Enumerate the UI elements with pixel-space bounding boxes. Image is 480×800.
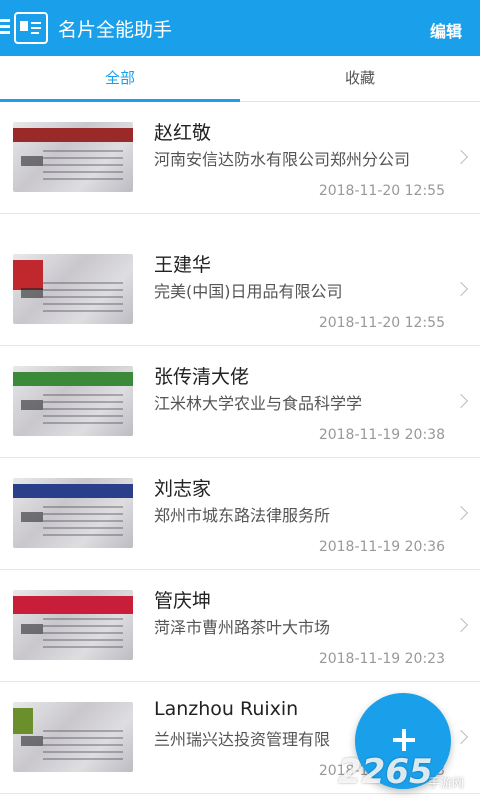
chevron-right-icon — [453, 149, 469, 165]
business-card-icon — [14, 12, 48, 44]
thumb-text — [43, 394, 123, 428]
card-thumbnail — [13, 478, 133, 548]
date-text: 2018-11-20 12:55 — [318, 315, 445, 331]
thumb-text — [21, 512, 43, 522]
app-title: 名片全能助手 — [58, 19, 173, 41]
date-text: 2018-11-19 20:36 — [318, 539, 445, 555]
list-item[interactable]: 管庆坤 菏泽市曹州路茶叶大市场 2018-11-19 20:23 — [0, 570, 480, 682]
add-icon — [393, 729, 415, 751]
chevron-right-icon — [453, 393, 469, 409]
contact-name: Lanzhou Ruixin — [154, 698, 299, 720]
thumb-header — [13, 708, 33, 734]
tab-bar: 全部 收藏 — [0, 56, 480, 102]
app-bar: 名片全能助手 编辑 — [0, 0, 480, 56]
thumb-text — [43, 618, 123, 652]
list-item[interactable]: 刘志家 郑州市城东路法律服务所 2018-11-19 20:36 — [0, 458, 480, 570]
thumb-text — [43, 730, 123, 764]
company-name: 河南安信达防水有限公司郑州分公司 — [154, 150, 411, 169]
contact-name: 王建华 — [154, 254, 212, 276]
list-item[interactable]: 王建华 完美(中国)日用品有限公司 2018-11-20 12:55 — [0, 234, 480, 346]
thumb-header — [13, 484, 133, 498]
list-item[interactable]: 张传清大佬 江米林大学农业与食品科学学 2018-11-19 20:38 — [0, 346, 480, 458]
thumb-header — [13, 372, 133, 386]
edit-button[interactable]: 编辑 — [430, 18, 462, 42]
thumb-text — [21, 156, 43, 166]
date-text: 2018-11-19 20:23 — [318, 651, 445, 667]
thumb-text — [43, 282, 123, 316]
company-name: 菏泽市曹州路茶叶大市场 — [154, 618, 331, 637]
card-thumbnail — [13, 702, 133, 772]
thumb-text — [21, 288, 43, 298]
contact-name: 赵红敬 — [154, 122, 212, 144]
card-thumbnail — [13, 254, 133, 324]
chevron-right-icon — [453, 617, 469, 633]
list-item[interactable]: 赵红敬 河南安信达防水有限公司郑州分公司 2018-11-20 12:55 — [0, 102, 480, 214]
chevron-right-icon — [453, 281, 469, 297]
date-text: 2018-11-19 20:38 — [318, 427, 445, 443]
tab-favorites[interactable]: 收藏 — [240, 56, 480, 102]
tab-all[interactable]: 全部 — [0, 56, 240, 102]
thumb-header — [13, 128, 133, 142]
date-text: 2018-11-20 12:55 — [318, 183, 445, 199]
company-name: 江米林大学农业与食品科学学 — [154, 394, 363, 413]
thumb-text — [21, 736, 43, 746]
thumb-header — [13, 260, 43, 290]
thumb-text — [21, 400, 43, 410]
thumb-header — [13, 596, 133, 614]
card-thumbnail — [13, 366, 133, 436]
watermark-subtitle: 手游网 — [428, 776, 465, 790]
contact-name: 管庆坤 — [154, 590, 212, 612]
card-thumbnail — [13, 122, 133, 192]
chevron-right-icon — [453, 505, 469, 521]
chevron-right-icon — [453, 729, 469, 745]
contact-name: 刘志家 — [154, 478, 212, 500]
thumb-text — [43, 150, 123, 184]
watermark-logo: 2265 — [338, 752, 433, 792]
thumb-text — [43, 506, 123, 540]
company-name: 郑州市城东路法律服务所 — [154, 506, 331, 525]
contact-name: 张传清大佬 — [154, 366, 250, 388]
menu-icon[interactable] — [0, 19, 10, 35]
card-thumbnail — [13, 590, 133, 660]
company-name: 完美(中国)日用品有限公司 — [154, 282, 343, 301]
thumb-text — [21, 624, 43, 634]
